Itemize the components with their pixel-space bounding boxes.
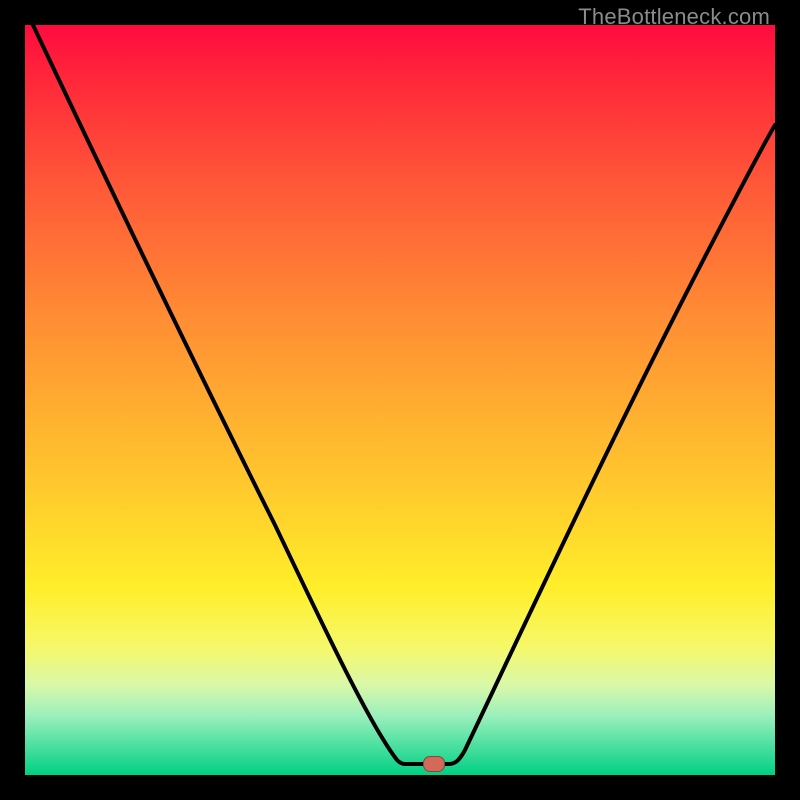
curve-path — [33, 25, 775, 764]
bottleneck-curve — [25, 25, 775, 775]
optimal-point-marker — [423, 756, 445, 772]
chart-stage: TheBottleneck.com — [0, 0, 800, 800]
